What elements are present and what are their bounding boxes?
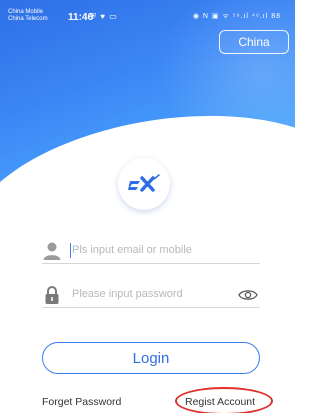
password-field xyxy=(42,282,260,308)
carrier-info: China Mobile China Telecom xyxy=(8,9,48,23)
register-account-link[interactable]: Regist Account xyxy=(185,396,255,408)
region-selector-button[interactable]: China xyxy=(219,30,289,54)
lock-icon xyxy=(45,286,59,304)
sx-logo-icon xyxy=(128,174,160,192)
register-link-wrapper[interactable]: Regist Account xyxy=(175,387,273,413)
window-icon: ▭ xyxy=(109,12,118,21)
heart-icon: ♥ xyxy=(100,12,106,21)
notification-icons: ⛨ ♥ ▭ xyxy=(90,12,118,22)
eye-icon[interactable] xyxy=(238,288,258,302)
carrier-2: China Telecom xyxy=(8,16,48,22)
shield-icon: ⛨ xyxy=(90,12,97,21)
email-input[interactable] xyxy=(72,240,232,260)
status-bar: China Mobile China Telecom 11:46 ⛨ ♥ ▭ ◉… xyxy=(0,0,295,30)
system-icons: ◉ N ▣ ᯤ ⁵⁶.ıl ⁴⁶.ıl 88 xyxy=(192,13,281,20)
text-caret xyxy=(70,243,71,258)
user-icon xyxy=(43,242,61,260)
forget-password-link[interactable]: Forget Password xyxy=(42,396,121,408)
email-field xyxy=(42,238,260,264)
login-button[interactable]: Login xyxy=(42,342,260,374)
password-input[interactable] xyxy=(72,284,232,304)
app-logo xyxy=(118,158,170,210)
carrier-1: China Mobile xyxy=(8,9,44,15)
